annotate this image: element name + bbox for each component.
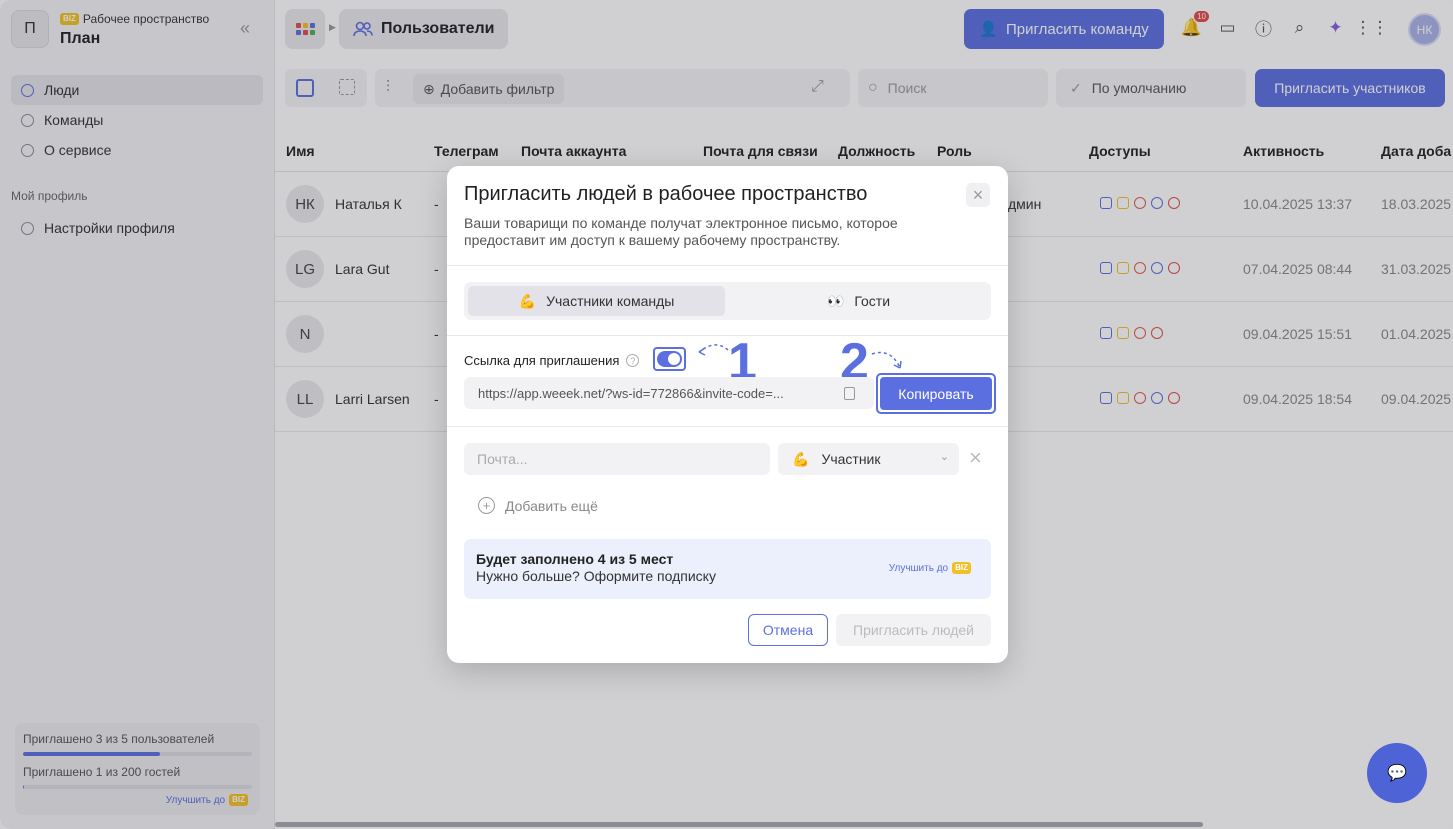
email-placeholder: Почта... [477, 451, 528, 467]
flexed-arm-icon: 💪 [518, 292, 537, 309]
copy-icon[interactable] [844, 387, 855, 400]
tab-guests[interactable]: 👀 Гости [730, 286, 987, 316]
app-window: П BIZ Рабочее пространство План « Люди К… [0, 0, 1453, 829]
copy-button-highlight: Копировать [876, 373, 996, 414]
annotation-arrow-1 [698, 344, 729, 356]
close-icon[interactable]: × [966, 183, 990, 207]
toggle-switch [657, 351, 682, 367]
role-value: Участник [821, 451, 881, 467]
email-input[interactable]: Почта... [464, 443, 770, 475]
divider [447, 265, 1008, 266]
remove-row-icon[interactable]: × [969, 447, 982, 469]
chat-icon: 💬 [1387, 765, 1407, 782]
invite-link-field[interactable]: https://app.weeek.net/?ws-id=772866&invi… [464, 377, 874, 409]
invite-type-tabs: 💪 Участники команды 👀 Гости [464, 282, 991, 320]
invite-link-label-text: Ссылка для приглашения [464, 353, 620, 368]
upgrade-link[interactable]: Улучшить до BIZ [889, 562, 971, 574]
tab-team-members[interactable]: 💪 Участники команды [468, 286, 725, 316]
add-more-label: Добавить ещё [505, 497, 598, 514]
divider [447, 426, 1008, 427]
upgrade-label: Улучшить до [888, 562, 949, 574]
invite-link-toggle[interactable] [653, 347, 686, 371]
invite-link-value: https://app.weeek.net/?ws-id=772866&invi… [478, 385, 784, 401]
eyes-icon: 👀 [826, 292, 845, 309]
chat-support-button[interactable]: 💬 [1367, 743, 1427, 803]
modal-description: Ваши товарищи по команде получат электро… [464, 215, 898, 248]
invite-link-label: Ссылка для приглашения ? [464, 353, 640, 368]
role-select[interactable]: 💪 Участник ⌄ [778, 443, 959, 475]
plus-circle-icon: + [478, 497, 495, 514]
invite-modal: Пригласить людей в рабочее пространство … [447, 166, 1008, 663]
copy-button[interactable]: Копировать [880, 377, 992, 410]
chevron-down-icon: ⌄ [939, 451, 949, 463]
help-icon[interactable]: ? [626, 354, 640, 367]
modal-title: Пригласить людей в рабочее пространство [464, 183, 868, 205]
annotation-arrow-2 [871, 351, 902, 369]
flexed-arm-icon: 💪 [792, 450, 810, 467]
add-more-button[interactable]: + Добавить ещё [478, 497, 598, 514]
seats-info-banner: Будет заполнено 4 из 5 мест Нужно больше… [464, 539, 991, 599]
tab-label: Гости [854, 293, 891, 309]
tab-label: Участники команды [546, 293, 675, 309]
cancel-button[interactable]: Отмена [748, 614, 828, 646]
invite-people-button[interactable]: Пригласить людей [836, 614, 991, 646]
plan-badge: BIZ [952, 562, 971, 574]
